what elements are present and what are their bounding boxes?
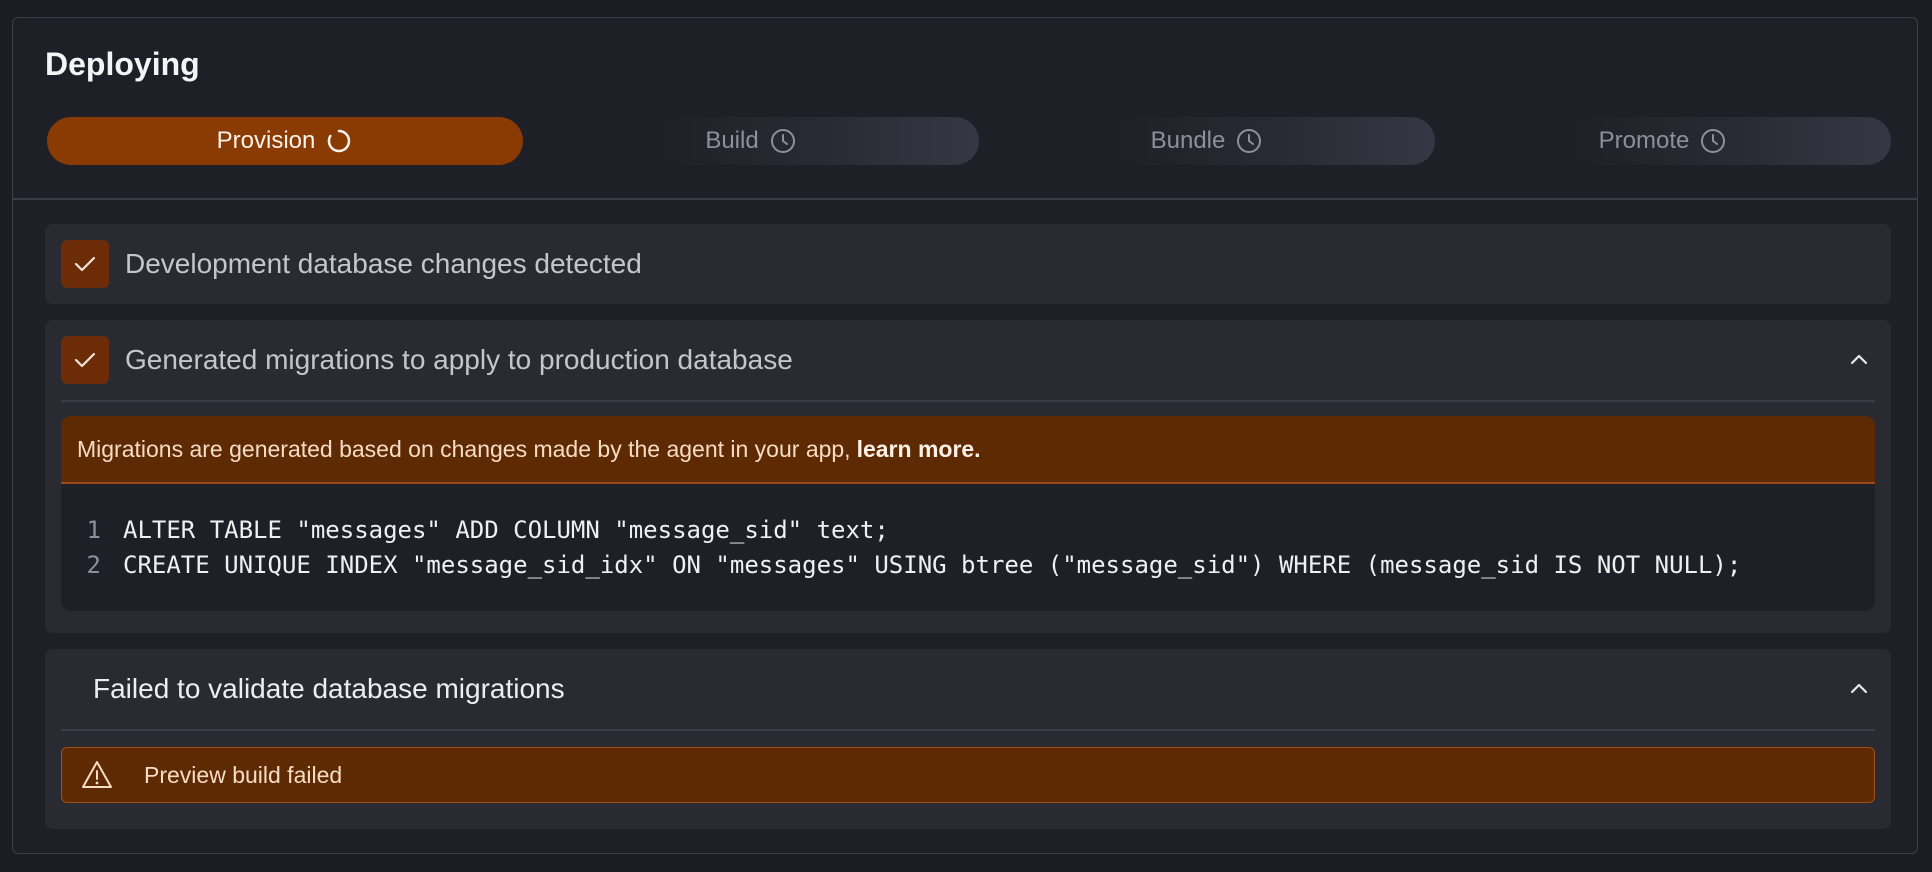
checkmark-icon bbox=[74, 352, 96, 368]
code-line: 1 ALTER TABLE "messages" ADD COLUMN "mes… bbox=[61, 513, 889, 547]
card-title: Failed to validate database migrations bbox=[93, 673, 565, 704]
code-text: ALTER TABLE "messages" ADD COLUMN "messa… bbox=[123, 516, 889, 544]
header-divider bbox=[13, 198, 1917, 200]
step-promote[interactable]: Promote bbox=[1435, 117, 1891, 165]
line-number: 1 bbox=[86, 516, 101, 544]
code-line: 2 CREATE UNIQUE INDEX "message_sid_idx" … bbox=[61, 548, 1742, 582]
step-label: Bundle bbox=[1150, 127, 1226, 154]
check-badge bbox=[61, 336, 109, 384]
step-label: Provision bbox=[216, 127, 316, 154]
line-number: 2 bbox=[86, 551, 101, 579]
chevron-up-icon[interactable] bbox=[1845, 675, 1873, 703]
error-alert: Preview build failed bbox=[61, 747, 1875, 803]
checkmark-icon bbox=[74, 256, 96, 272]
step-bundle[interactable]: Bundle bbox=[979, 117, 1435, 165]
clock-icon bbox=[770, 129, 795, 153]
migrations-info-banner: Migrations are generated based on change… bbox=[61, 416, 1875, 484]
step-provision[interactable]: Provision bbox=[47, 117, 523, 165]
migration-code-block: 1 ALTER TABLE "messages" ADD COLUMN "mes… bbox=[61, 484, 1875, 611]
step-label: Promote bbox=[1598, 127, 1690, 154]
card-title: Development database changes detected bbox=[125, 248, 642, 279]
migrations-card: Generated migrations to apply to product… bbox=[45, 320, 1891, 633]
step-label: Build bbox=[705, 127, 759, 154]
changes-detected-card: Development database changes detected bbox=[45, 224, 1891, 304]
warning-icon bbox=[82, 761, 112, 788]
chevron-up-icon[interactable] bbox=[1845, 346, 1873, 374]
card-title: Generated migrations to apply to product… bbox=[125, 344, 793, 375]
validation-card: Failed to validate database migrations P… bbox=[45, 649, 1891, 829]
page-title: Deploying bbox=[45, 46, 200, 82]
banner-text: Migrations are generated based on change… bbox=[77, 435, 851, 462]
code-text: CREATE UNIQUE INDEX "message_sid_idx" ON… bbox=[123, 551, 1742, 579]
step-build[interactable]: Build bbox=[523, 117, 979, 165]
deploy-steps: Provision Build Bundle Promote bbox=[47, 117, 1891, 165]
clock-icon bbox=[1237, 129, 1262, 153]
spinner-icon bbox=[328, 129, 351, 153]
clock-icon bbox=[1701, 129, 1726, 153]
error-text: Preview build failed bbox=[144, 761, 343, 788]
check-badge bbox=[61, 240, 109, 288]
learn-more-link[interactable]: learn more. bbox=[857, 436, 981, 463]
card-divider bbox=[61, 400, 1875, 402]
deploy-panel: Deploying Provision Build Bundle Promote bbox=[12, 17, 1918, 854]
card-divider bbox=[61, 729, 1875, 731]
